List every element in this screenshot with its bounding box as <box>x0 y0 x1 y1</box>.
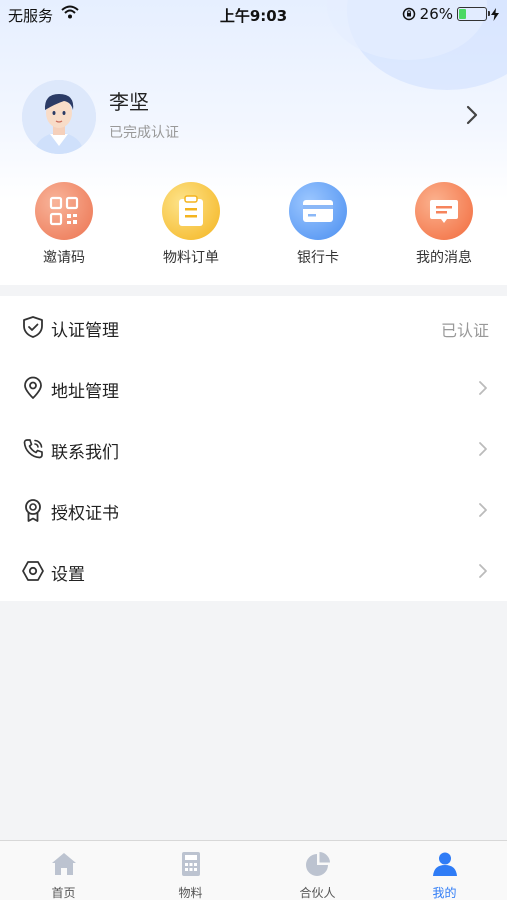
menu-item-verification[interactable]: 认证管理 已认证 <box>0 296 507 357</box>
charging-bolt-icon <box>491 7 499 21</box>
menu-item-label: 认证管理 <box>51 321 119 341</box>
chevron-right-icon <box>477 501 489 519</box>
orientation-lock-icon <box>402 7 415 21</box>
qr-code-icon <box>35 182 93 240</box>
menu-item-settings[interactable]: 设置 <box>0 540 507 601</box>
certificate-icon <box>21 498 45 522</box>
menu-item-label: 授权证书 <box>51 504 119 524</box>
quick-action-bank-card[interactable]: 银行卡 <box>268 182 368 267</box>
pie-chart-icon <box>305 851 331 877</box>
bottom-tab-bar: 首页 物料 合伙人 我的 <box>0 840 507 900</box>
quick-action-invite-code[interactable]: 邀请码 <box>14 182 114 267</box>
chevron-right-icon[interactable] <box>462 104 482 126</box>
menu-item-contact-us[interactable]: 联系我们 <box>0 418 507 479</box>
menu-item-address[interactable]: 地址管理 <box>0 357 507 418</box>
tab-label: 我的 <box>432 886 457 900</box>
quick-action-label: 我的消息 <box>416 250 472 266</box>
chevron-right-icon <box>477 379 489 397</box>
shield-check-icon <box>21 315 45 339</box>
phone-icon <box>21 437 45 461</box>
status-bar: 无服务 上午9:03 26% <box>0 0 507 28</box>
battery-icon <box>457 7 490 21</box>
tab-mine[interactable]: 我的 <box>381 841 507 900</box>
profile-name: 李坚 <box>109 90 149 114</box>
location-pin-icon <box>21 376 45 400</box>
tab-label: 合伙人 <box>299 886 336 900</box>
menu-item-label: 设置 <box>51 565 85 585</box>
quick-action-label: 邀请码 <box>43 250 85 266</box>
clipboard-icon <box>162 182 220 240</box>
status-right: 26% <box>402 5 499 23</box>
message-icon <box>415 182 473 240</box>
tab-home[interactable]: 首页 <box>0 841 127 900</box>
menu-item-label: 地址管理 <box>51 382 119 402</box>
battery-percent: 26% <box>419 5 453 23</box>
chevron-right-icon <box>477 440 489 458</box>
home-icon <box>51 851 77 877</box>
quick-action-my-messages[interactable]: 我的消息 <box>394 182 494 267</box>
calculator-icon <box>178 851 204 877</box>
tab-partners[interactable]: 合伙人 <box>254 841 381 900</box>
settings-icon <box>21 559 45 583</box>
profile-status: 已完成认证 <box>109 125 179 141</box>
chevron-right-icon <box>477 562 489 580</box>
bank-card-icon <box>289 182 347 240</box>
quick-action-label: 银行卡 <box>297 250 339 266</box>
menu-item-certificate[interactable]: 授权证书 <box>0 479 507 540</box>
tab-materials[interactable]: 物料 <box>127 841 254 900</box>
tab-label: 物料 <box>178 886 203 900</box>
menu-item-label: 联系我们 <box>51 443 119 463</box>
user-icon <box>432 851 458 877</box>
avatar[interactable] <box>22 80 96 154</box>
quick-action-label: 物料订单 <box>163 250 219 266</box>
verification-status: 已认证 <box>440 321 489 340</box>
quick-action-material-order[interactable]: 物料订单 <box>141 182 241 267</box>
settings-menu: 认证管理 已认证 地址管理 联系我们 授权证书 设置 <box>0 296 507 601</box>
quick-actions: 邀请码 物料订单 银行卡 我的消息 <box>0 182 507 272</box>
tab-label: 首页 <box>51 886 76 900</box>
